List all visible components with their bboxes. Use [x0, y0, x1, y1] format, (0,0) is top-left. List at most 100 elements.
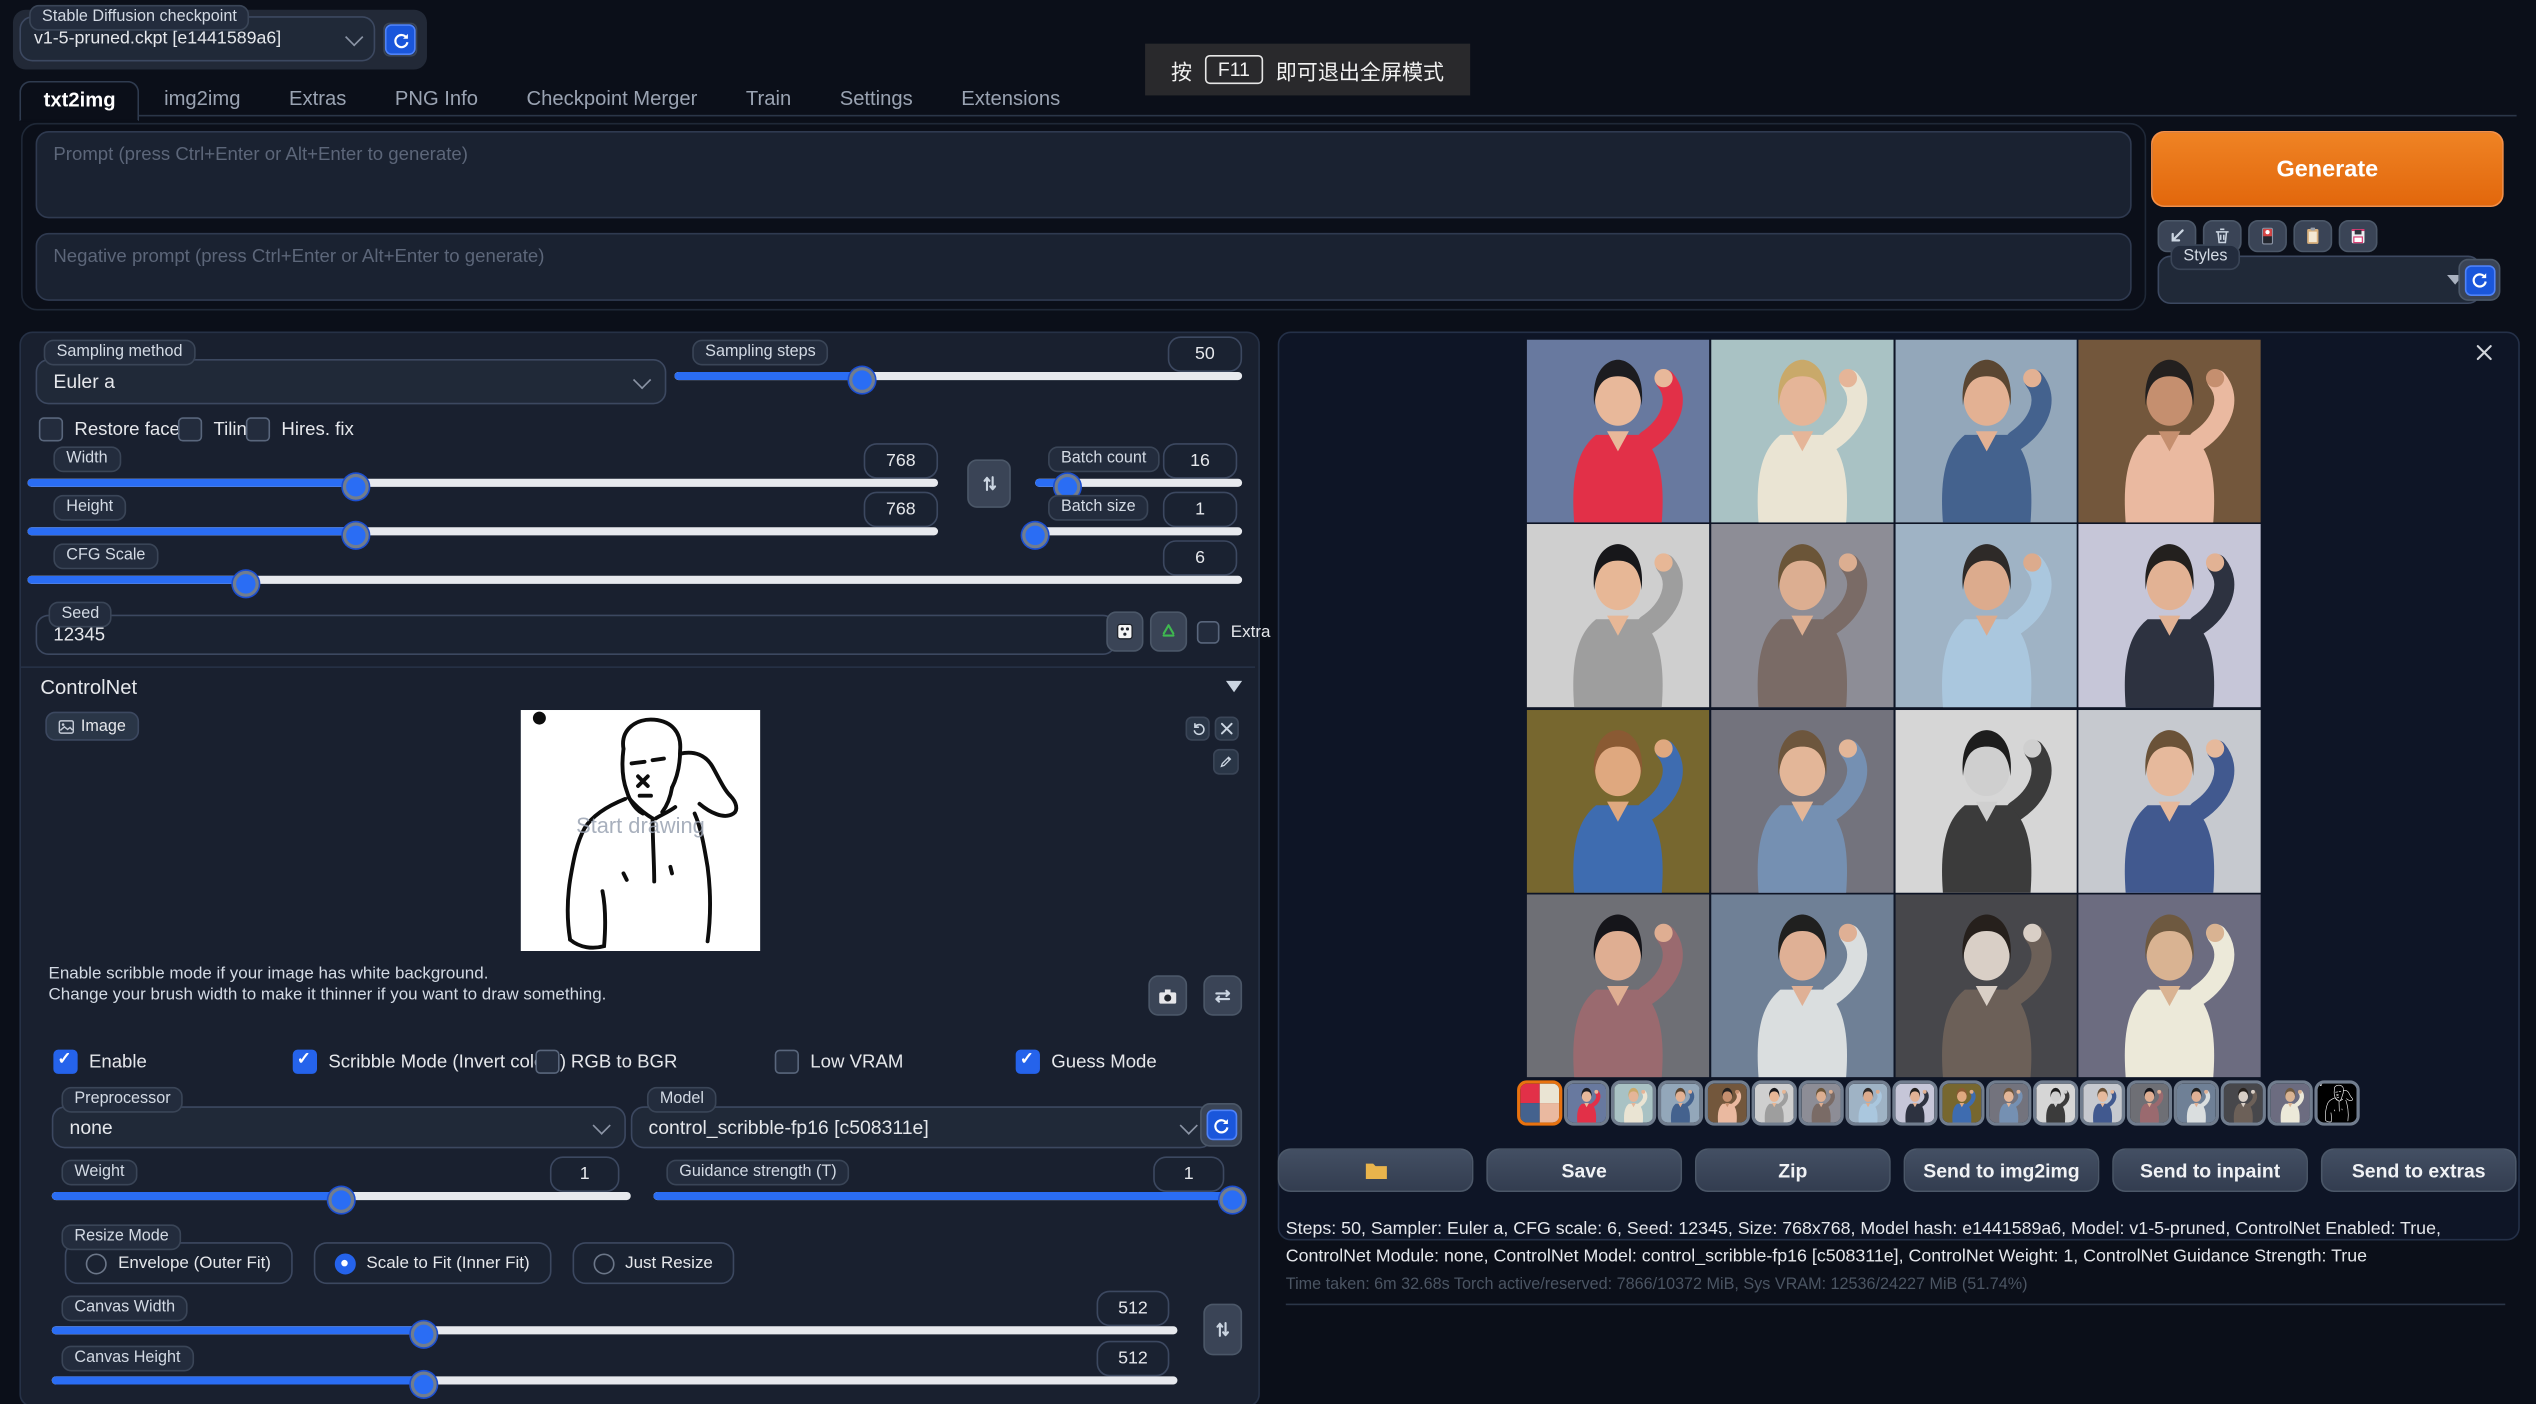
thumbnail-grid[interactable] — [1517, 1080, 1562, 1125]
prompt-input[interactable] — [36, 131, 2132, 218]
height-slider[interactable] — [27, 521, 938, 540]
thumbnail-image-10[interactable] — [1986, 1080, 2031, 1125]
sampling-steps-slider[interactable] — [674, 366, 1242, 385]
thumbnail-image-12[interactable] — [2080, 1080, 2125, 1125]
styles-refresh-button[interactable] — [2458, 259, 2500, 301]
generated-image-7[interactable] — [1895, 524, 2077, 707]
canvas-width-slider[interactable] — [52, 1320, 1178, 1339]
save-style-button[interactable] — [2339, 220, 2378, 252]
cfg-scale-slider[interactable] — [27, 569, 1242, 588]
sampling-method-dropdown[interactable]: Euler a — [36, 359, 667, 404]
controlnet-image-tab-label: Image — [81, 717, 126, 735]
hires-fix-checkbox[interactable]: Hires. fix — [246, 417, 354, 441]
thumbnail-image-14[interactable] — [2174, 1080, 2219, 1125]
canvas-brush-button[interactable] — [1213, 749, 1239, 775]
seed-input[interactable] — [36, 615, 1116, 655]
rgb-to-bgr-checkbox[interactable]: RGB to BGR — [535, 1050, 677, 1074]
model-refresh-button[interactable] — [1200, 1103, 1242, 1147]
generated-image-1[interactable] — [1527, 340, 1709, 523]
thumbnail-image-9[interactable] — [1939, 1080, 1984, 1125]
thumbnail-image-8[interactable] — [1892, 1080, 1937, 1125]
generated-image-14[interactable] — [1711, 894, 1893, 1077]
extra-networks-button[interactable] — [2248, 220, 2287, 252]
save-button[interactable]: Save — [1486, 1148, 1682, 1192]
mirror-webcam-button[interactable] — [1203, 975, 1242, 1015]
send-to-extras-button[interactable]: Send to extras — [2321, 1148, 2517, 1192]
send-to-img2img-button[interactable]: Send to img2img — [1904, 1148, 2100, 1192]
controlnet-image-tab[interactable]: Image — [45, 712, 138, 741]
thumbnail-image-7[interactable] — [1845, 1080, 1890, 1125]
width-slider[interactable] — [27, 472, 938, 491]
generated-image-8[interactable] — [2079, 524, 2261, 707]
generate-button[interactable]: Generate — [2151, 131, 2504, 207]
geninfo-perf: Time taken: 6m 32.68s Torch active/reser… — [1286, 1276, 2505, 1294]
thumbnail-image-5[interactable] — [1752, 1080, 1797, 1125]
generated-image-6[interactable] — [1711, 524, 1893, 707]
generated-image-5[interactable] — [1527, 524, 1709, 707]
weight-slider[interactable] — [52, 1186, 631, 1205]
generated-image-13[interactable] — [1527, 894, 1709, 1077]
thumbnail-image-1[interactable] — [1564, 1080, 1609, 1125]
tab-txt2img[interactable]: txt2img — [19, 81, 139, 121]
generated-image — [1989, 1084, 2028, 1123]
thumbnail-image-11[interactable] — [2033, 1080, 2078, 1125]
generated-image-16[interactable] — [2079, 894, 2261, 1077]
thumbnail-image-6[interactable] — [1798, 1080, 1843, 1125]
generated-image-10[interactable] — [1711, 709, 1893, 892]
generated-image-2[interactable] — [1711, 340, 1893, 523]
floppy-icon — [2347, 225, 2370, 248]
generated-image-4[interactable] — [2079, 340, 2261, 523]
controlnet-canvas[interactable]: Start drawing — [521, 710, 760, 951]
low-vram-checkbox[interactable]: Low VRAM — [775, 1050, 904, 1074]
guess-mode-checkbox[interactable]: Guess Mode — [1016, 1050, 1157, 1074]
generated-image-15[interactable] — [1895, 894, 2077, 1077]
batch-size-slider[interactable] — [1035, 521, 1242, 540]
tab-PNG Info[interactable]: PNG Info — [371, 79, 503, 119]
restore-faces-checkbox[interactable]: Restore faces — [39, 417, 189, 441]
checkpoint-refresh-button[interactable] — [383, 23, 417, 57]
generated-image-3[interactable] — [1895, 340, 2077, 523]
seed-extra-checkbox[interactable]: Extra — [1197, 621, 1271, 644]
toast-prefix: 按 — [1171, 54, 1192, 85]
tab-Extensions[interactable]: Extensions — [937, 79, 1084, 119]
enable-checkbox[interactable]: Enable — [53, 1050, 147, 1074]
generated-image-12[interactable] — [2079, 709, 2261, 892]
generated-image-11[interactable] — [1895, 709, 2077, 892]
reuse-seed-button[interactable] — [1150, 611, 1187, 651]
thumbnail-image-15[interactable] — [2221, 1080, 2266, 1125]
webcam-button[interactable] — [1148, 975, 1187, 1015]
negative-prompt-input[interactable] — [36, 233, 2132, 301]
random-seed-button[interactable] — [1106, 611, 1143, 651]
thumbnail-image-13[interactable] — [2127, 1080, 2172, 1125]
zip-button[interactable]: Zip — [1695, 1148, 1891, 1192]
tab-Extras[interactable]: Extras — [265, 79, 371, 119]
thumbnail-image-4[interactable] — [1705, 1080, 1750, 1125]
refresh-icon — [385, 24, 416, 55]
scribble-mode-checkbox[interactable]: Scribble Mode (Invert colors) — [293, 1050, 566, 1074]
tab-Train[interactable]: Train — [722, 79, 816, 119]
thumbnail-controlnet-scribble[interactable] — [2314, 1080, 2359, 1125]
swap-canvas-dims-button[interactable] — [1203, 1304, 1242, 1356]
collapse-arrow-icon[interactable] — [1226, 681, 1242, 692]
send-to-inpaint-button[interactable]: Send to inpaint — [2112, 1148, 2308, 1192]
tab-Settings[interactable]: Settings — [815, 79, 937, 119]
canvas-height-slider[interactable] — [52, 1370, 1178, 1389]
batch-count-slider[interactable] — [1035, 472, 1242, 491]
tab-Checkpoint Merger[interactable]: Checkpoint Merger — [502, 79, 721, 119]
preprocessor-label: Preprocessor — [61, 1087, 183, 1113]
canvas-undo-button[interactable] — [1186, 716, 1210, 740]
guidance-strength-slider[interactable] — [653, 1186, 1232, 1205]
tab-img2img[interactable]: img2img — [140, 79, 265, 119]
generated-image-9[interactable] — [1527, 709, 1709, 892]
thumbnail-image-2[interactable] — [1611, 1080, 1656, 1125]
open-folder-button[interactable] — [1278, 1148, 1474, 1192]
thumbnail-image-3[interactable] — [1658, 1080, 1703, 1125]
apply-style-button[interactable] — [2293, 220, 2332, 252]
model-dropdown[interactable]: control_scribble-fp16 [c508311e] — [631, 1106, 1213, 1148]
close-gallery-button[interactable] — [2470, 340, 2499, 369]
resize-scale-to-fit-radio[interactable]: Scale to Fit (Inner Fit) — [313, 1242, 551, 1284]
resize-just-resize-radio[interactable]: Just Resize — [572, 1242, 734, 1284]
thumbnail-image-16[interactable] — [2268, 1080, 2313, 1125]
swap-dimensions-button[interactable] — [967, 459, 1011, 508]
canvas-clear-button[interactable] — [1215, 716, 1239, 740]
